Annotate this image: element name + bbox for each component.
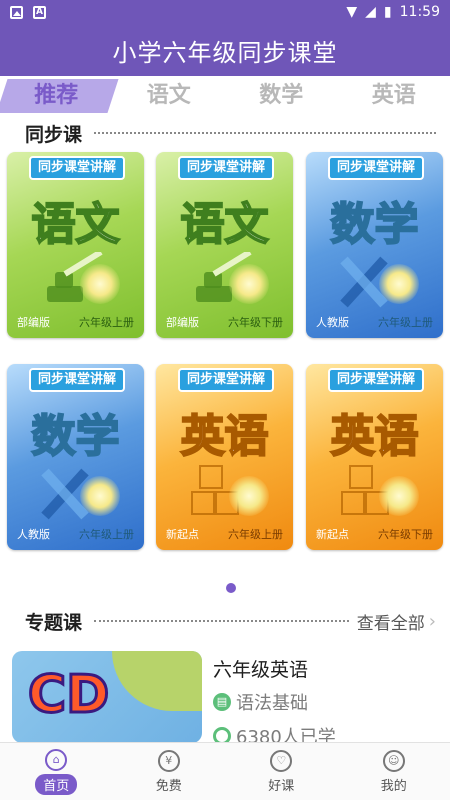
app-title: 小学六年级同步课堂 [112,38,338,67]
subject-tabs: 推荐 语文 数学 英语 [0,76,450,116]
nav-home[interactable]: ⌂ 首页 [0,743,113,800]
tab-math[interactable]: 数学 [225,79,338,113]
nav-label: 免费 [155,778,182,794]
card-subject: 语文 [31,198,121,251]
topic-tag: ▤ 语法基础 [213,689,308,715]
tab-recommend[interactable]: 推荐 [0,79,113,113]
face-icon: ☺ [382,749,405,772]
card-publisher: 人教版 [316,316,349,329]
chevron-right-icon[interactable]: › [429,611,436,632]
card-banner: 同步课堂讲解 [328,368,424,392]
glow-decoration [379,264,419,304]
card-publisher: 新起点 [166,528,199,541]
status-time: 11:59 [399,4,440,20]
glow-decoration [379,476,419,516]
course-card[interactable]: 同步课堂讲解 英语 新起点 六年级上册 [156,364,293,550]
a-notification-icon: A [33,5,46,19]
card-publisher: 新起点 [316,528,349,541]
glow-decoration [80,476,120,516]
card-grade: 六年级上册 [79,316,134,329]
card-banner: 同步课堂讲解 [29,368,125,392]
topic-section-header: 专题课 查看全部 › [0,606,450,636]
sync-section-header: 同步课 [0,118,450,148]
image-notification-icon [10,5,23,19]
signal-icon: ◢ [365,4,376,20]
course-card[interactable]: 同步课堂讲解 英语 新起点 六年级下册 [306,364,443,550]
course-card[interactable]: 同步课堂讲解 语文 部编版 六年级下册 [156,152,293,338]
tag-icon: ▤ [213,693,231,711]
tab-english[interactable]: 英语 [338,79,450,113]
wifi-icon: ▼ [346,4,358,20]
card-grade: 六年级下册 [228,316,283,329]
course-card[interactable]: 同步课堂讲解 语文 部编版 六年级上册 [7,152,144,338]
card-subject: 数学 [330,198,420,251]
card-grade: 六年级上册 [378,316,433,329]
topic-title[interactable]: 六年级英语 [213,655,308,682]
card-banner: 同步课堂讲解 [328,156,424,180]
course-card[interactable]: 同步课堂讲解 数学 人教版 六年级上册 [7,364,144,550]
heart-icon: ♡ [270,749,293,772]
nav-label: 首页 [35,773,78,795]
thumbnail-decoration [112,651,202,711]
dotted-divider [94,620,349,622]
yuan-icon: ¥ [157,749,180,772]
glow-decoration [229,264,269,304]
dotted-divider [94,132,436,134]
nav-label: 好课 [268,778,295,794]
glow-decoration [80,264,120,304]
battery-icon: ▮ [383,4,392,20]
card-grade: 六年级下册 [378,528,433,541]
card-subject: 英语 [180,410,270,463]
section-title: 同步课 [25,123,83,146]
card-subject: 语文 [180,198,270,251]
tab-chinese[interactable]: 语文 [113,79,226,113]
nav-label: 我的 [380,778,407,794]
card-subject: 数学 [31,410,121,463]
glow-decoration [229,476,269,516]
nav-free[interactable]: ¥ 免费 [113,743,226,800]
topic-tag-label: 语法基础 [236,693,308,714]
nav-good-courses[interactable]: ♡ 好课 [225,743,338,800]
section-title: 专题课 [25,611,83,634]
card-publisher: 人教版 [17,528,50,541]
bottom-nav: ⌂ 首页 ¥ 免费 ♡ 好课 ☺ 我的 [0,742,450,800]
home-icon: ⌂ [45,748,68,771]
card-grade: 六年级上册 [79,528,134,541]
view-all-link[interactable]: 查看全部 [357,609,425,634]
card-banner: 同步课堂讲解 [178,156,274,180]
topic-thumbnail[interactable]: CD [12,651,202,743]
app-title-bar: 小学六年级同步课堂 [0,24,450,76]
pager-indicator [226,583,236,593]
card-banner: 同步课堂讲解 [29,156,125,180]
card-banner: 同步课堂讲解 [178,368,274,392]
card-publisher: 部编版 [166,316,199,329]
course-card[interactable]: 同步课堂讲解 数学 人教版 六年级上册 [306,152,443,338]
thumbnail-text: CD [26,664,110,727]
card-subject: 英语 [330,410,420,463]
card-grade: 六年级上册 [228,528,283,541]
card-publisher: 部编版 [17,316,50,329]
nav-mine[interactable]: ☺ 我的 [338,743,450,800]
status-bar: A ▼ ◢ ▮ 11:59 [0,0,450,24]
